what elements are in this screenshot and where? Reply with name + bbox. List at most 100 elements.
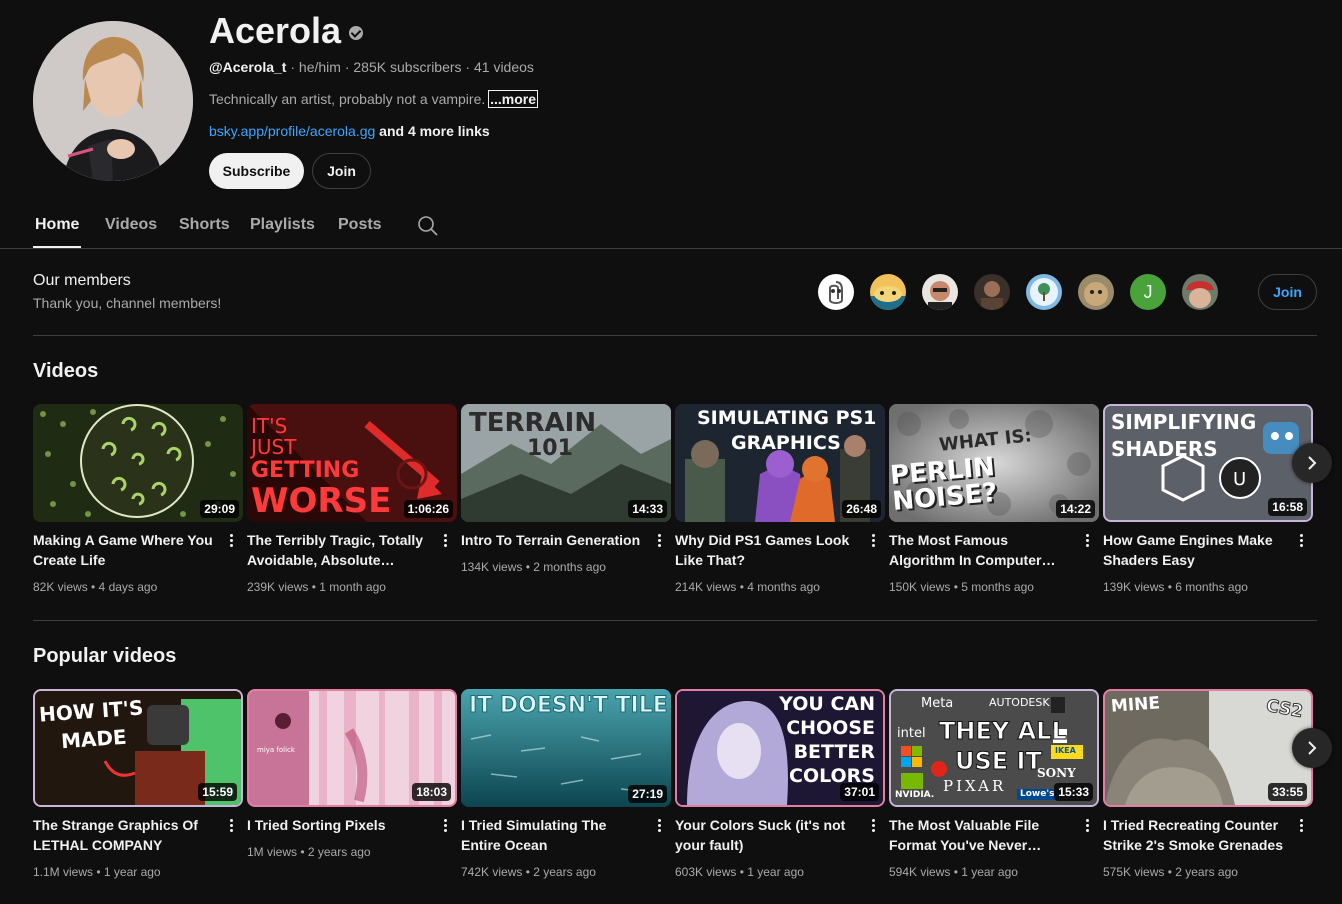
- video-title[interactable]: The Strange Graphics Of LETHAL COMPANY: [33, 815, 219, 855]
- video-thumbnail[interactable]: YOU CAN CHOOSE BETTER COLORS 37:01: [675, 689, 885, 807]
- channel-meta: @Acerola_t · he/him · 285K subscribers ·…: [209, 59, 534, 75]
- channel-description[interactable]: Technically an artist, probably not a va…: [209, 90, 539, 108]
- join-button[interactable]: Join: [312, 153, 371, 189]
- thumbnail-text: 101: [527, 436, 573, 461]
- more-actions-icon[interactable]: [1079, 817, 1095, 835]
- video-duration: 14:22: [1056, 500, 1095, 518]
- channel-link[interactable]: bsky.app/profile/acerola.gg: [209, 123, 375, 139]
- member-avatar[interactable]: [974, 274, 1010, 310]
- video-card[interactable]: WHAT IS: PERLIN NOISE? 14:22 The Most Fa…: [889, 404, 1099, 594]
- member-avatar-letter[interactable]: J: [1130, 274, 1166, 310]
- member-avatar[interactable]: [1026, 274, 1062, 310]
- member-avatar-paperclip-icon[interactable]: [818, 274, 854, 310]
- more-actions-icon[interactable]: [1079, 532, 1095, 550]
- member-avatar[interactable]: [870, 274, 906, 310]
- thumbnail-text: JUST: [251, 435, 297, 459]
- thumbnail-text: IT'S: [251, 414, 288, 438]
- tab-shorts[interactable]: Shorts: [179, 216, 230, 234]
- video-card[interactable]: TERRAIN 101 14:33 Intro To Terrain Gener…: [461, 404, 671, 574]
- video-title[interactable]: How Game Engines Make Shaders Easy: [1103, 530, 1289, 570]
- video-meta: 575K views • 2 years ago: [1103, 865, 1238, 879]
- video-card[interactable]: SIMULATING PS1 GRAPHICS 26:48 Why Did PS…: [675, 404, 885, 594]
- video-card[interactable]: Meta AUTODESK intel THEY ALL USE IT IKEA…: [889, 689, 1099, 879]
- section-divider: [33, 335, 1317, 336]
- video-card[interactable]: miya folick 18:03 I Tried Sorting Pixels…: [247, 689, 457, 859]
- popular-section-title[interactable]: Popular videos: [33, 645, 176, 668]
- thumbnail-text: MINE: [1110, 693, 1161, 717]
- more-links-button[interactable]: and 4 more links: [375, 123, 490, 139]
- member-avatar[interactable]: [1078, 274, 1114, 310]
- video-title[interactable]: The Most Valuable File Format You've Nev…: [889, 815, 1075, 855]
- video-thumbnail[interactable]: HOW IT'S MADE 15:59: [33, 689, 243, 807]
- video-card[interactable]: IT DOESN'T TILE 27:19 I Tried Simulating…: [461, 689, 671, 879]
- more-actions-icon[interactable]: [223, 817, 239, 835]
- thumbnail-logo-text: intel: [897, 726, 926, 741]
- tab-home[interactable]: Home: [35, 216, 79, 234]
- video-thumbnail[interactable]: MINE CS2 33:55: [1103, 689, 1313, 807]
- video-title[interactable]: The Terribly Tragic, Totally Avoidable, …: [247, 530, 433, 570]
- tab-playlists[interactable]: Playlists: [250, 216, 315, 234]
- tab-posts[interactable]: Posts: [338, 216, 382, 234]
- video-meta: 742K views • 2 years ago: [461, 865, 596, 879]
- video-card[interactable]: HOW IT'S MADE 15:59 The Strange Graphics…: [33, 689, 243, 879]
- video-duration: 15:59: [198, 783, 237, 801]
- video-thumbnail[interactable]: IT DOESN'T TILE 27:19: [461, 689, 671, 807]
- verified-badge-icon: [349, 26, 364, 40]
- more-actions-icon[interactable]: [437, 817, 453, 835]
- video-thumbnail[interactable]: TERRAIN 101 14:33: [461, 404, 671, 522]
- video-duration: 15:33: [1054, 783, 1093, 801]
- channel-avatar[interactable]: [33, 21, 193, 181]
- member-avatar[interactable]: [922, 274, 958, 310]
- video-card[interactable]: U SIMPLIFYING SHADERS 16:58 How Game Eng…: [1103, 404, 1313, 594]
- video-card[interactable]: 29:09 Making A Game Where You Create Lif…: [33, 404, 243, 594]
- thumbnail-text: WORSE: [251, 481, 392, 521]
- video-title[interactable]: Your Colors Suck (it's not your fault): [675, 815, 861, 855]
- video-thumbnail[interactable]: WHAT IS: PERLIN NOISE? 14:22: [889, 404, 1099, 522]
- video-title[interactable]: I Tried Simulating The Entire Ocean: [461, 815, 647, 855]
- video-meta: 82K views • 4 days ago: [33, 580, 158, 594]
- video-meta: 1M views • 2 years ago: [247, 845, 371, 859]
- thumbnail-logo-text: IKEA: [1055, 746, 1076, 755]
- more-actions-icon[interactable]: [865, 532, 881, 550]
- more-actions-icon[interactable]: [865, 817, 881, 835]
- more-actions-icon[interactable]: [223, 532, 239, 550]
- carousel-next-button[interactable]: [1292, 728, 1332, 768]
- members-join-button[interactable]: Join: [1258, 274, 1317, 310]
- video-title[interactable]: Making A Game Where You Create Life: [33, 530, 219, 570]
- video-card[interactable]: MINE CS2 33:55 I Tried Recreating Counte…: [1103, 689, 1313, 879]
- video-thumbnail[interactable]: U SIMPLIFYING SHADERS 16:58: [1103, 404, 1313, 522]
- thumbnail-text: SHADERS: [1111, 437, 1218, 461]
- more-actions-icon[interactable]: [1293, 532, 1309, 550]
- subscribe-button[interactable]: Subscribe: [209, 153, 304, 189]
- video-duration: 18:03: [412, 783, 451, 801]
- thumbnail-logo-text: Lowe's: [1017, 789, 1058, 800]
- thumbnail-text: CHOOSE: [786, 717, 875, 739]
- tab-videos[interactable]: Videos: [105, 216, 157, 234]
- video-thumbnail[interactable]: Meta AUTODESK intel THEY ALL USE IT IKEA…: [889, 689, 1099, 807]
- thumbnail-text: THEY ALL: [939, 717, 1068, 745]
- video-title[interactable]: Why Did PS1 Games Look Like That?: [675, 530, 861, 570]
- video-title[interactable]: I Tried Sorting Pixels: [247, 815, 433, 835]
- video-card[interactable]: IT'S JUST GETTING WORSE 1:06:26 The Terr…: [247, 404, 457, 594]
- thumbnail-text: BETTER: [793, 741, 875, 763]
- video-thumbnail[interactable]: miya folick 18:03: [247, 689, 457, 807]
- video-meta: 150K views • 5 months ago: [889, 580, 1034, 594]
- member-avatar[interactable]: [1182, 274, 1218, 310]
- search-icon[interactable]: [417, 215, 439, 237]
- thumbnail-logo-text: AUTODESK: [989, 696, 1050, 709]
- video-title[interactable]: Intro To Terrain Generation: [461, 530, 647, 550]
- video-duration: 27:19: [628, 785, 667, 803]
- more-actions-icon[interactable]: [651, 817, 667, 835]
- more-actions-icon[interactable]: [1293, 817, 1309, 835]
- videos-section-title[interactable]: Videos: [33, 360, 98, 383]
- video-thumbnail[interactable]: SIMULATING PS1 GRAPHICS 26:48: [675, 404, 885, 522]
- carousel-next-button[interactable]: [1292, 443, 1332, 483]
- video-thumbnail[interactable]: 29:09: [33, 404, 243, 522]
- description-more-link[interactable]: ...more: [488, 90, 539, 108]
- more-actions-icon[interactable]: [651, 532, 667, 550]
- video-card[interactable]: YOU CAN CHOOSE BETTER COLORS 37:01 Your …: [675, 689, 885, 879]
- video-title[interactable]: The Most Famous Algorithm In Computer Gr…: [889, 530, 1075, 570]
- video-thumbnail[interactable]: IT'S JUST GETTING WORSE 1:06:26: [247, 404, 457, 522]
- more-actions-icon[interactable]: [437, 532, 453, 550]
- video-title[interactable]: I Tried Recreating Counter Strike 2's Sm…: [1103, 815, 1289, 855]
